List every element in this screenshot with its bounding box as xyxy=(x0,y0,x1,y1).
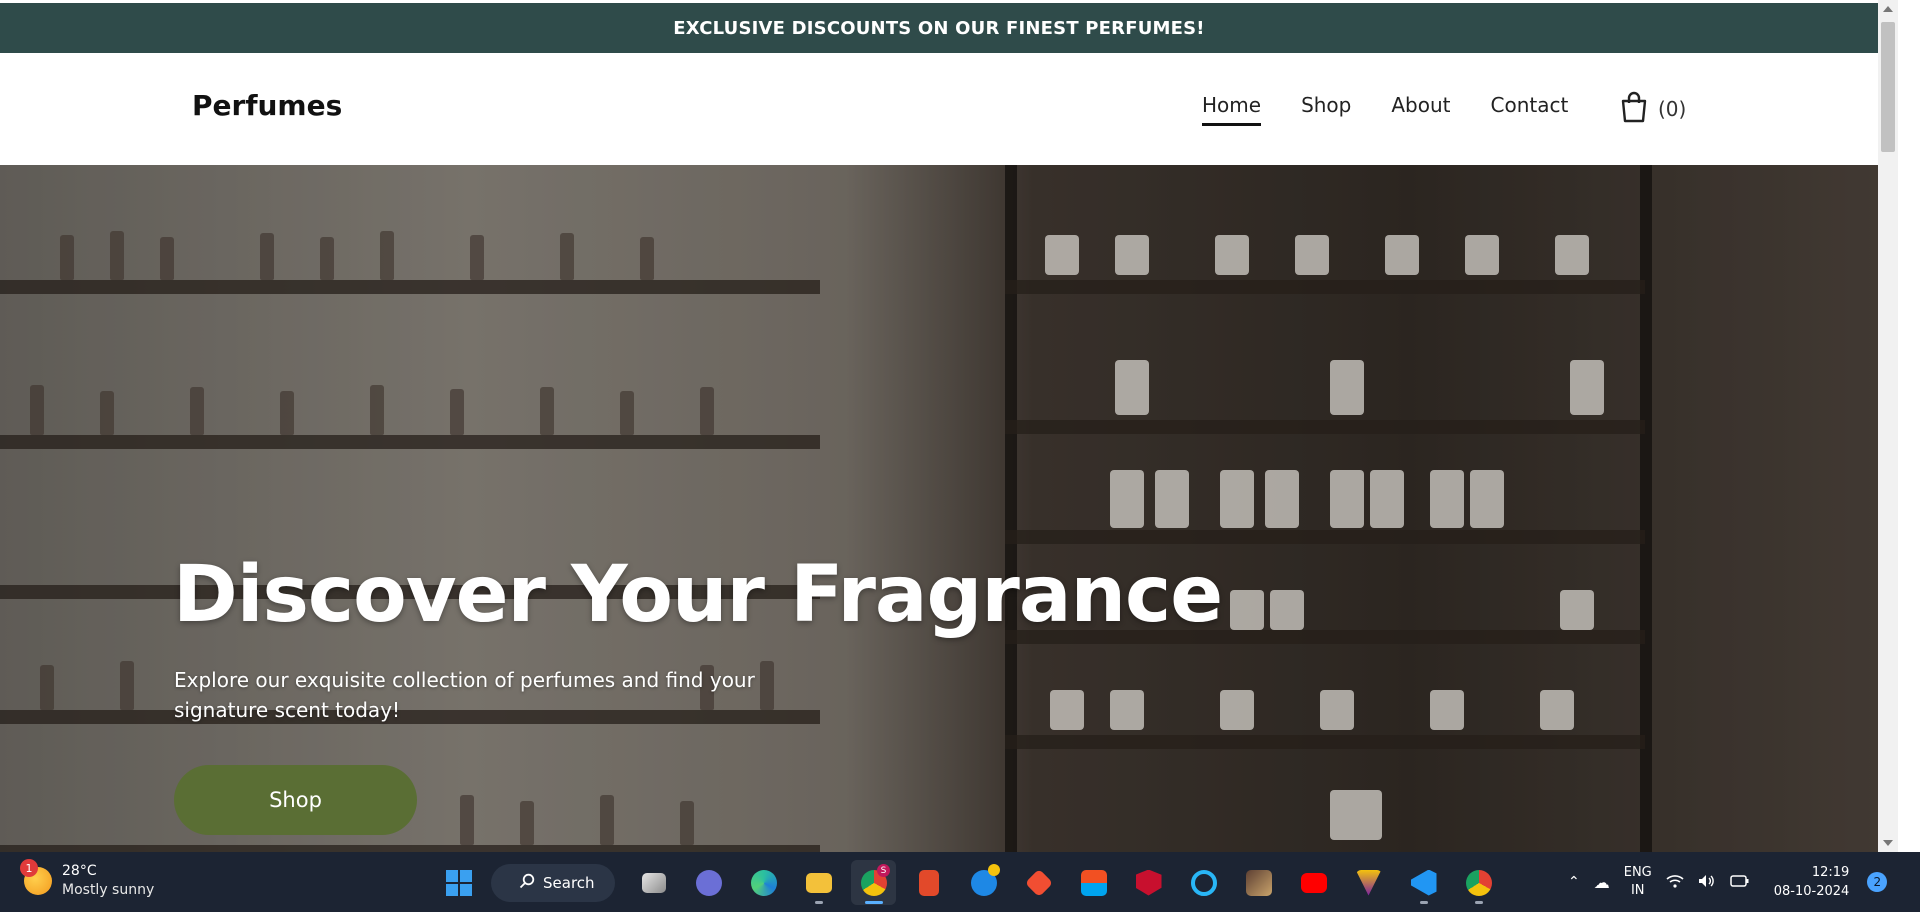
browser-viewport: EXCLUSIVE DISCOUNTS ON OUR FINEST PERFUM… xyxy=(0,0,1878,852)
hero-section: Discover Your Fragrance Explore our exqu… xyxy=(0,165,1878,852)
office-icon[interactable] xyxy=(906,860,951,905)
weather-temp: 28°C xyxy=(62,863,97,879)
scrollbar-thumb[interactable] xyxy=(1881,22,1895,152)
teams-meet-icon[interactable] xyxy=(686,860,731,905)
mcafee-icon[interactable] xyxy=(1126,860,1171,905)
clock-date: 08-10-2024 xyxy=(1773,884,1850,899)
weather-sun-icon: 1 xyxy=(20,859,52,895)
cortana-icon[interactable] xyxy=(1181,860,1226,905)
weather-condition: Mostly sunny xyxy=(62,882,155,898)
task-view-icon[interactable] xyxy=(631,860,676,905)
ms-store-icon[interactable] xyxy=(1071,860,1116,905)
taskbar: 1 28°C Mostly sunny Search S ⌃ ☁ ENG IN … xyxy=(0,852,1920,912)
hero-subtitle: Explore our exquisite collection of perf… xyxy=(174,668,755,722)
youtube-icon[interactable] xyxy=(1291,860,1336,905)
language-indicator[interactable]: ENG IN xyxy=(1624,864,1652,900)
volume-icon[interactable] xyxy=(1698,873,1716,892)
vscode-icon[interactable] xyxy=(1401,860,1446,905)
help-icon[interactable] xyxy=(961,860,1006,905)
announcement-text: EXCLUSIVE DISCOUNTS ON OUR FINEST PERFUM… xyxy=(673,17,1205,39)
git-icon[interactable] xyxy=(1016,860,1061,905)
scroll-up-icon[interactable] xyxy=(1883,6,1893,12)
cart-count: (0) xyxy=(1658,97,1687,121)
game-icon[interactable] xyxy=(1236,860,1281,905)
winamp-icon[interactable] xyxy=(1346,860,1391,905)
taskbar-apps: Search S xyxy=(436,860,1501,905)
window-edge xyxy=(1898,0,1920,852)
weather-widget[interactable]: 1 28°C Mostly sunny xyxy=(20,859,155,900)
notification-badge[interactable]: 2 xyxy=(1867,872,1888,892)
battery-icon[interactable] xyxy=(1730,873,1750,892)
shopping-bag-icon xyxy=(1620,91,1648,127)
cart-button[interactable]: (0) xyxy=(1620,91,1686,127)
wifi-icon[interactable] xyxy=(1666,873,1684,892)
announcement-bar: EXCLUSIVE DISCOUNTS ON OUR FINEST PERFUM… xyxy=(0,3,1878,53)
main-nav: Home Shop About Contact xyxy=(1202,93,1568,126)
nav-shop[interactable]: Shop xyxy=(1301,93,1351,126)
site-logo[interactable]: Perfumes xyxy=(192,89,342,122)
nav-contact[interactable]: Contact xyxy=(1491,93,1569,126)
lang-top: ENG xyxy=(1623,865,1652,880)
weather-badge: 1 xyxy=(20,859,38,877)
windows-start-icon[interactable] xyxy=(436,860,481,905)
system-tray: ⌃ ☁ ENG IN 12:19 08-10-2024 2 xyxy=(1568,852,1888,912)
clock-time: 12:19 xyxy=(1811,865,1850,880)
search-label: Search xyxy=(543,873,595,892)
nav-home[interactable]: Home xyxy=(1202,93,1262,126)
taskbar-search[interactable]: Search xyxy=(491,863,615,902)
site-header: Perfumes Home Shop About Contact (0) xyxy=(0,53,1878,165)
search-icon xyxy=(519,873,535,893)
chrome-icon-2[interactable] xyxy=(1456,860,1501,905)
scroll-down-icon[interactable] xyxy=(1883,840,1893,846)
clock[interactable]: 12:19 08-10-2024 xyxy=(1774,863,1850,901)
hero-title: Discover Your Fragrance xyxy=(173,550,1223,640)
chevron-up-icon[interactable]: ⌃ xyxy=(1568,874,1580,890)
page-scrollbar[interactable] xyxy=(1878,0,1898,852)
edge-icon[interactable] xyxy=(741,860,786,905)
onedrive-icon[interactable]: ☁ xyxy=(1594,873,1610,892)
file-explorer-icon[interactable] xyxy=(796,860,841,905)
chrome-profile-badge: S xyxy=(877,864,890,877)
nav-about[interactable]: About xyxy=(1391,93,1450,126)
lang-bottom: IN xyxy=(1630,883,1645,898)
shop-button[interactable]: Shop xyxy=(174,765,417,835)
chrome-icon[interactable]: S xyxy=(851,860,896,905)
